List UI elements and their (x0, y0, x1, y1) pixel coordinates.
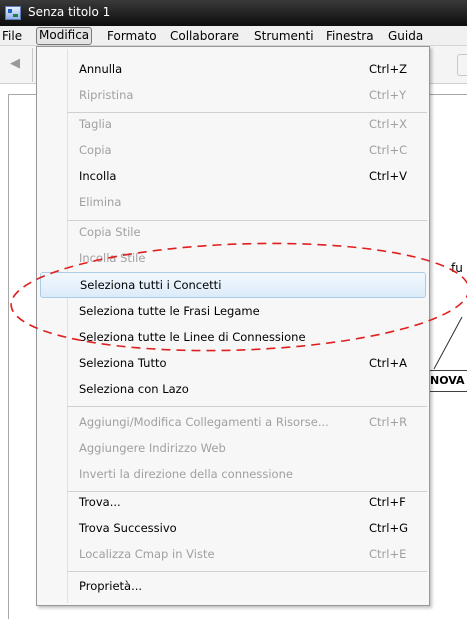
window-title: Senza titolo 1 (28, 5, 111, 19)
menu-item-incolla[interactable]: Incolla Ctrl+V (37, 163, 429, 189)
menu-item-label: Copia (79, 143, 112, 157)
connection-line[interactable] (432, 315, 467, 371)
menu-item-inverti-direzione[interactable]: Inverti la direzione della connessione (37, 461, 429, 487)
menu-item-copia-stile[interactable]: Copia Stile (37, 219, 429, 245)
menu-item-label: Incolla Stile (79, 251, 146, 265)
menu-item-seleziona-linee-connessione[interactable]: Seleziona tutte le Linee di Connessione (37, 324, 429, 350)
menu-item-trova[interactable]: Trova... Ctrl+F (37, 489, 429, 515)
menu-item-label: Copia Stile (79, 225, 141, 239)
menu-item-label: Localizza Cmap in Viste (79, 547, 215, 561)
menu-file[interactable]: File (2, 28, 22, 44)
concept-node[interactable]: NOVA (428, 370, 467, 392)
menu-item-label: Seleziona Tutto (79, 356, 167, 370)
menu-item-shortcut: Ctrl+Z (369, 62, 407, 76)
menu-item-annulla[interactable]: Annulla Ctrl+Z (37, 56, 429, 82)
menu-item-ripristina[interactable]: Ripristina Ctrl+Y (37, 82, 429, 108)
canvas-text-fragment: fu (451, 261, 463, 275)
menu-item-shortcut: Ctrl+F (369, 495, 406, 509)
menu-bar: File Modifica Formato Collaborare Strume… (0, 26, 467, 46)
menu-item-label: Incolla (79, 169, 117, 183)
menu-item-shortcut: Ctrl+R (369, 415, 408, 429)
menu-item-label: Taglia (79, 117, 112, 131)
menu-item-shortcut: Ctrl+C (369, 143, 408, 157)
menu-item-label: Annulla (79, 62, 123, 76)
menu-item-label: Elimina (79, 195, 122, 209)
cmap-app-icon (5, 6, 21, 20)
menu-item-indirizzo-web[interactable]: Aggiungere Indirizzo Web (37, 435, 429, 461)
menu-separator (67, 406, 427, 407)
menu-item-shortcut: Ctrl+E (369, 547, 407, 561)
menu-item-seleziona-frasi-legame[interactable]: Seleziona tutte le Frasi Legame (37, 298, 429, 324)
menu-item-label: Seleziona con Lazo (79, 382, 189, 396)
menu-item-shortcut: Ctrl+G (369, 521, 409, 535)
menu-guida[interactable]: Guida (388, 28, 423, 44)
menu-item-localizza-cmap[interactable]: Localizza Cmap in Viste Ctrl+E (37, 541, 429, 567)
menu-item-label: Seleziona tutte le Linee di Connessione (79, 330, 306, 344)
menu-finestra[interactable]: Finestra (326, 28, 374, 44)
menu-item-trova-successivo[interactable]: Trova Successivo Ctrl+G (37, 515, 429, 541)
menu-item-label: Seleziona tutte le Frasi Legame (79, 304, 260, 318)
menu-item-shortcut: Ctrl+V (369, 169, 407, 183)
menu-item-copia[interactable]: Copia Ctrl+C (37, 137, 429, 163)
toolbar-divider (32, 48, 33, 82)
title-bar: Senza titolo 1 (0, 0, 467, 26)
menu-strumenti[interactable]: Strumenti (254, 28, 314, 44)
menu-item-taglia[interactable]: Taglia Ctrl+X (37, 111, 429, 137)
menu-separator (67, 571, 427, 572)
back-arrow-icon[interactable]: ◀ (10, 56, 20, 71)
toolbar-end-button[interactable] (457, 54, 467, 76)
menu-item-label: Aggiungere Indirizzo Web (79, 441, 226, 455)
menu-item-seleziona-concetti[interactable]: Seleziona tutti i Concetti (40, 272, 426, 298)
menu-item-label: Inverti la direzione della connessione (79, 467, 293, 481)
menu-formato[interactable]: Formato (107, 28, 157, 44)
menu-item-seleziona-lazo[interactable]: Seleziona con Lazo (37, 376, 429, 402)
menu-item-label: Aggiungi/Modifica Collegamenti a Risorse… (79, 415, 329, 429)
menu-item-label: Ripristina (79, 88, 134, 102)
menu-item-label: Trova... (79, 495, 121, 509)
menu-item-proprieta[interactable]: Proprietà... (37, 573, 429, 599)
menu-item-label: Seleziona tutti i Concetti (80, 278, 222, 292)
menu-item-label: Proprietà... (79, 579, 143, 593)
menu-item-label: Trova Successivo (79, 521, 177, 535)
menu-collaborare[interactable]: Collaborare (170, 28, 239, 44)
menu-modifica[interactable]: Modifica (36, 27, 93, 45)
menu-item-shortcut: Ctrl+Y (369, 88, 407, 102)
menu-item-collegamenti-risorse[interactable]: Aggiungi/Modifica Collegamenti a Risorse… (37, 409, 429, 435)
menu-item-incolla-stile[interactable]: Incolla Stile (37, 245, 429, 271)
menu-item-elimina[interactable]: Elimina (37, 189, 429, 215)
menu-item-shortcut: Ctrl+A (369, 356, 407, 370)
menu-item-shortcut: Ctrl+X (369, 117, 407, 131)
menu-item-seleziona-tutto[interactable]: Seleziona Tutto Ctrl+A (37, 350, 429, 376)
modifica-dropdown-menu: Annulla Ctrl+Z Ripristina Ctrl+Y Taglia … (36, 46, 430, 606)
